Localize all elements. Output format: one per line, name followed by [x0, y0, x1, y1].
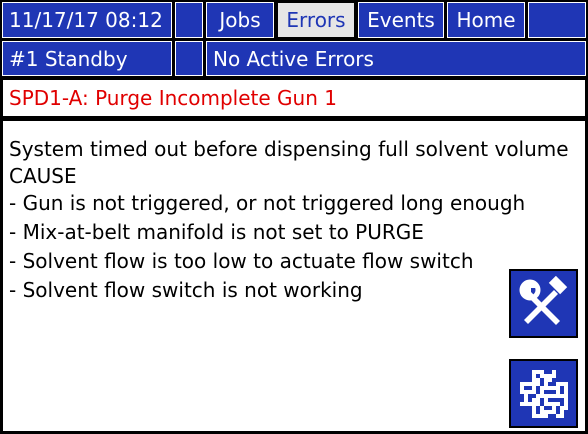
status-bar: #1 Standby No Active Errors: [2, 41, 586, 76]
tools-icon: [519, 275, 567, 325]
cause-item: - Mix-at-belt manifold is not set to PUR…: [9, 220, 424, 244]
system-status: #1 Standby: [2, 41, 172, 76]
error-details-panel: System timed out before dispensing full …: [2, 120, 586, 432]
active-errors-status: No Active Errors: [206, 41, 586, 76]
spacer-cell-right: [528, 2, 586, 38]
tab-events[interactable]: Events: [358, 2, 444, 38]
qr-code-button[interactable]: [509, 359, 578, 428]
top-nav-bar: 11/17/17 08:12 Jobs Errors Events Home: [2, 2, 586, 38]
error-title: SPD1-A: Purge Incomplete Gun 1: [2, 79, 586, 117]
error-description: System timed out before dispensing full …: [9, 137, 569, 161]
tab-errors[interactable]: Errors: [277, 2, 355, 38]
cause-item: - Gun is not triggered, or not triggered…: [9, 191, 526, 215]
tab-home[interactable]: Home: [447, 2, 525, 38]
qr-code-icon: [519, 369, 568, 418]
spacer-cell: [175, 2, 203, 38]
tab-jobs[interactable]: Jobs: [206, 2, 274, 38]
cause-heading: CAUSE: [9, 164, 77, 188]
datetime-display: 11/17/17 08:12: [2, 2, 172, 38]
spacer-cell-2: [175, 41, 203, 76]
cause-item: - Solvent flow switch is not working: [9, 278, 363, 302]
troubleshoot-button[interactable]: [509, 269, 578, 338]
cause-item: - Solvent flow is too low to actuate flo…: [9, 249, 474, 273]
